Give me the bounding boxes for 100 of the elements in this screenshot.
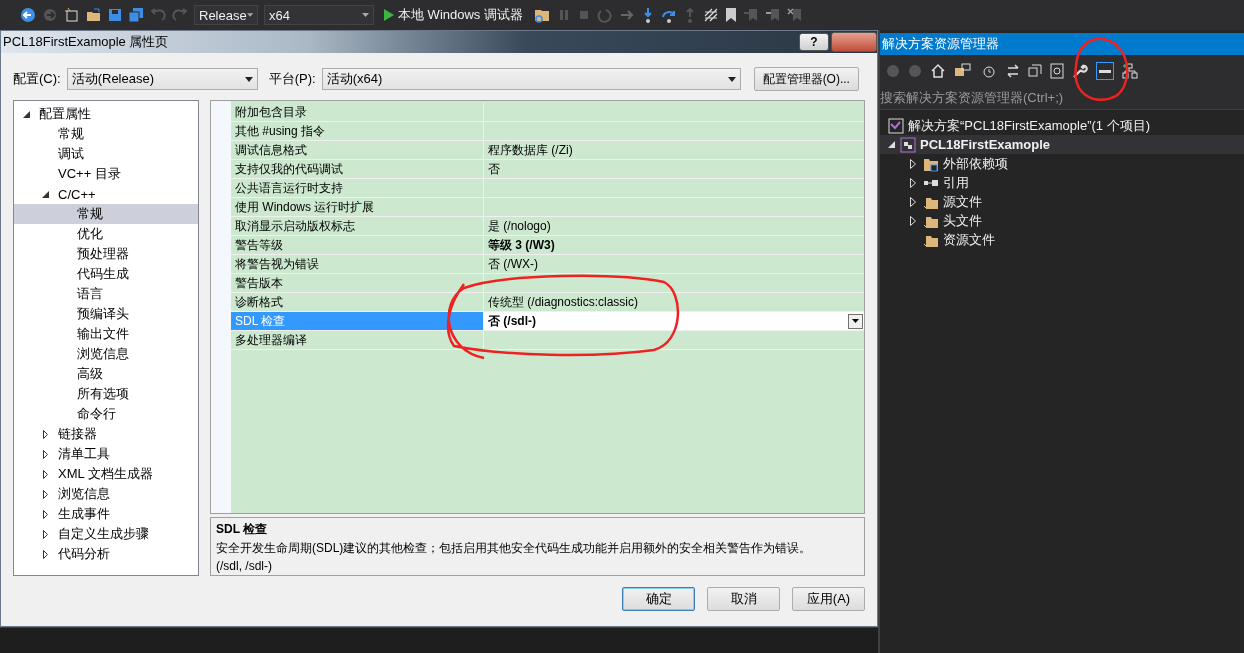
- save-all-icon[interactable]: [128, 7, 144, 23]
- solution-tree-item[interactable]: 外部依赖项: [880, 154, 1244, 173]
- tree-item[interactable]: 语言: [14, 284, 198, 304]
- tree-item[interactable]: VC++ 目录: [14, 164, 198, 184]
- solution-tree-item[interactable]: 引用: [880, 173, 1244, 192]
- caret-icon: [727, 76, 736, 82]
- tree-item[interactable]: 生成事件: [14, 504, 198, 524]
- save-icon[interactable]: [108, 8, 122, 22]
- property-value: 传统型 (/diagnostics:classic): [488, 293, 639, 311]
- play-icon: [384, 9, 394, 21]
- tree-item[interactable]: 命令行: [14, 404, 198, 424]
- solution-label[interactable]: 解决方案“PCL18FirstExamople”(1 个项目): [908, 116, 1150, 135]
- tree-item[interactable]: 高级: [14, 364, 198, 384]
- property-value-field[interactable]: 否 (/sdl-): [484, 312, 864, 331]
- next-bookmark-icon[interactable]: [764, 7, 781, 23]
- property-name[interactable]: 调试信息格式: [231, 141, 484, 160]
- swap-arrows-icon[interactable]: [1006, 64, 1020, 78]
- property-name[interactable]: 警告版本: [231, 274, 484, 293]
- tree-item[interactable]: 链接器: [14, 424, 198, 444]
- property-name[interactable]: 将警告视为错误: [231, 255, 484, 274]
- sync-icon[interactable]: [954, 63, 972, 79]
- collapsed-arrow-icon: [909, 177, 916, 188]
- restart-icon[interactable]: [596, 7, 613, 23]
- config-manager-button[interactable]: 配置管理器(O)...: [753, 67, 859, 91]
- show-files-icon[interactable]: [1050, 63, 1064, 79]
- tree-item[interactable]: 所有选项: [14, 384, 198, 404]
- tree-item[interactable]: 代码分析: [14, 544, 198, 564]
- history-icon[interactable]: [980, 63, 998, 79]
- preview-icon[interactable]: [1096, 62, 1114, 80]
- tree-item[interactable]: 输出文件: [14, 324, 198, 344]
- tree-item[interactable]: C/C++: [14, 184, 198, 204]
- caret-icon: [362, 13, 369, 17]
- property-name[interactable]: 多处理器编译: [231, 331, 484, 350]
- solution-icon: [888, 117, 904, 134]
- caret-icon: [246, 13, 253, 17]
- collapsed-arrow-icon: [909, 196, 916, 207]
- property-name[interactable]: 使用 Windows 运行时扩展: [231, 198, 484, 217]
- property-value: 等级 3 (/W3): [488, 236, 555, 254]
- expanded-arrow-icon: [42, 190, 49, 198]
- solution-tree-item[interactable]: 头文件: [880, 211, 1244, 230]
- tree-item[interactable]: 自定义生成步骤: [14, 524, 198, 544]
- caret-icon: [852, 319, 859, 323]
- home-icon[interactable]: [930, 63, 946, 79]
- property-value: 程序数据库 (/Zi): [488, 141, 573, 159]
- tree-item[interactable]: 优化: [14, 224, 198, 244]
- expanded-arrow-icon: [23, 110, 30, 118]
- panel-title: 解决方案资源管理器: [882, 35, 999, 53]
- project-icon: [900, 136, 916, 153]
- platform-dropdown[interactable]: 活动(x64): [321, 68, 741, 90]
- property-name[interactable]: 公共语言运行时支持: [231, 179, 484, 198]
- property-value: 是 (/nologo): [488, 217, 551, 235]
- tree-item[interactable]: 常规: [14, 124, 198, 144]
- run-button[interactable]: 本地 Windows 调试器: [380, 6, 527, 24]
- property-name[interactable]: 警告等级: [231, 236, 484, 255]
- config-label: 配置(C):: [13, 70, 61, 88]
- config-dropdown[interactable]: 活动(Release): [66, 68, 258, 90]
- dialog-button[interactable]: 应用(A): [792, 587, 865, 611]
- description-title: SDL 检查: [216, 521, 269, 538]
- open-folder-icon[interactable]: [86, 7, 102, 23]
- tree-item[interactable]: 浏览信息: [14, 344, 198, 364]
- property-name[interactable]: 其他 #using 指令: [231, 122, 484, 141]
- property-name[interactable]: 支持仅我的代码调试: [231, 160, 484, 179]
- property-name[interactable]: 附加包含目录: [231, 103, 484, 122]
- tree-item[interactable]: 预编译头: [14, 304, 198, 324]
- dialog-button[interactable]: 确定: [622, 587, 695, 611]
- caret-icon: [244, 76, 253, 82]
- project-row[interactable]: PCL18FirstExamople: [880, 135, 1244, 154]
- bookmark-icon[interactable]: [724, 7, 737, 23]
- platform-label: 平台(P):: [268, 70, 316, 88]
- tree-item[interactable]: 配置属性: [14, 104, 198, 124]
- help-button[interactable]: ?: [799, 33, 829, 51]
- dropdown-button[interactable]: [848, 313, 863, 329]
- search-field[interactable]: 搜索解决方案资源管理器(Ctrl+;): [880, 87, 1244, 110]
- property-name[interactable]: 取消显示启动版权标志: [231, 217, 484, 236]
- collapse-all-icon[interactable]: [1028, 64, 1042, 78]
- window-title: PCL18FirstExamople 属性页: [3, 33, 170, 51]
- solution-tree-item[interactable]: 资源文件: [880, 230, 1244, 249]
- tree-item[interactable]: 预处理器: [14, 244, 198, 264]
- expanded-arrow-icon: [888, 140, 896, 149]
- close-button[interactable]: [831, 32, 877, 52]
- tree-item[interactable]: XML 文档生成器: [14, 464, 198, 484]
- clear-bookmarks-icon[interactable]: [786, 7, 803, 23]
- configuration-dropdown[interactable]: Release: [194, 5, 258, 25]
- new-project-icon[interactable]: [64, 7, 80, 23]
- property-value: 否: [488, 160, 500, 178]
- tree-item[interactable]: 调试: [14, 144, 198, 164]
- hatch-icon[interactable]: [702, 7, 719, 23]
- collapsed-arrow-icon: [909, 215, 916, 226]
- dialog-button[interactable]: 取消: [707, 587, 780, 611]
- tree-item[interactable]: 常规: [14, 204, 198, 224]
- collapsed-arrow-icon: [909, 158, 916, 169]
- back-icon[interactable]: [20, 7, 36, 23]
- class-diagram-icon[interactable]: [1122, 63, 1138, 79]
- tree-item[interactable]: 代码生成: [14, 264, 198, 284]
- tree-item[interactable]: 清单工具: [14, 444, 198, 464]
- description-text: 安全开发生命周期(SDL)建议的其他检查；包括启用其他安全代码生成功能并启用额外的安全相关警告作为错误。: [216, 540, 813, 557]
- platform-dropdown[interactable]: x64: [264, 5, 374, 25]
- description-switches: (/sdl, /sdl-): [216, 559, 273, 573]
- tree-item[interactable]: 浏览信息: [14, 484, 198, 504]
- solution-tree-item[interactable]: 源文件: [880, 192, 1244, 211]
